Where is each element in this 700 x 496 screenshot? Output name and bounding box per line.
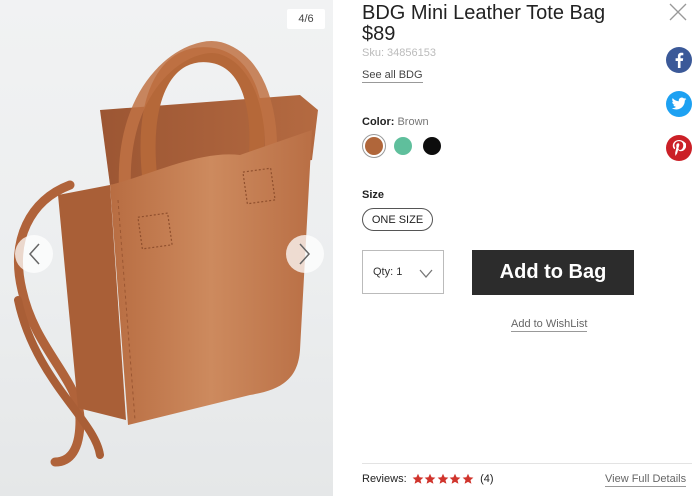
- selected-color-name: Brown: [397, 116, 429, 128]
- next-image-button[interactable]: [286, 235, 324, 273]
- size-option-one-size[interactable]: ONE SIZE: [362, 208, 433, 231]
- color-label: Color: Brown: [362, 116, 429, 128]
- reviews-label: Reviews:: [362, 473, 407, 485]
- sku-label: Sku:: [362, 47, 385, 59]
- pinterest-share-button[interactable]: [666, 135, 692, 161]
- review-count: (4): [480, 473, 494, 485]
- image-counter: 4/6: [287, 9, 325, 29]
- add-to-wishlist-link[interactable]: Add to WishList: [511, 318, 588, 332]
- product-price: $89: [362, 23, 396, 45]
- swatch-dot: [365, 137, 383, 155]
- pinterest-icon: [672, 140, 686, 156]
- reviews-summary: Reviews: (4): [362, 473, 494, 485]
- close-button[interactable]: [668, 2, 688, 22]
- swatch-dot: [423, 137, 441, 155]
- facebook-share-button[interactable]: [666, 47, 692, 73]
- quantity-select[interactable]: Qty: 1: [362, 250, 444, 294]
- star-icon: [462, 473, 474, 484]
- color-swatches: [362, 134, 444, 158]
- chevron-down-icon: [419, 269, 433, 278]
- sku-value: 34856153: [387, 47, 436, 59]
- color-swatch-brown[interactable]: [362, 134, 386, 158]
- star-icon: [424, 473, 436, 484]
- view-full-details-link[interactable]: View Full Details: [605, 473, 687, 487]
- product-title: BDG Mini Leather Tote Bag: [362, 2, 606, 24]
- color-swatch-green[interactable]: [391, 134, 415, 158]
- see-all-brand-link[interactable]: See all BDG: [362, 69, 423, 83]
- swatch-dot: [394, 137, 412, 155]
- add-to-bag-button[interactable]: Add to Bag: [472, 250, 634, 295]
- star-rating: [412, 473, 475, 485]
- star-icon: [437, 473, 449, 484]
- previous-image-button[interactable]: [15, 235, 53, 273]
- chevron-right-icon: [299, 243, 311, 265]
- star-icon: [449, 473, 461, 484]
- product-image-gallery: 4/6: [0, 0, 333, 496]
- quantity-value: Qty: 1: [373, 266, 403, 278]
- star-icon: [412, 473, 424, 484]
- color-label-text: Color:: [362, 116, 395, 128]
- size-label: Size: [362, 189, 385, 201]
- close-icon: [669, 3, 687, 21]
- twitter-share-button[interactable]: [666, 91, 692, 117]
- product-sku: Sku: 34856153: [362, 47, 436, 59]
- color-swatch-black[interactable]: [420, 134, 444, 158]
- chevron-left-icon: [28, 243, 40, 265]
- twitter-icon: [671, 97, 687, 110]
- facebook-icon: [675, 52, 684, 68]
- divider: [362, 463, 692, 464]
